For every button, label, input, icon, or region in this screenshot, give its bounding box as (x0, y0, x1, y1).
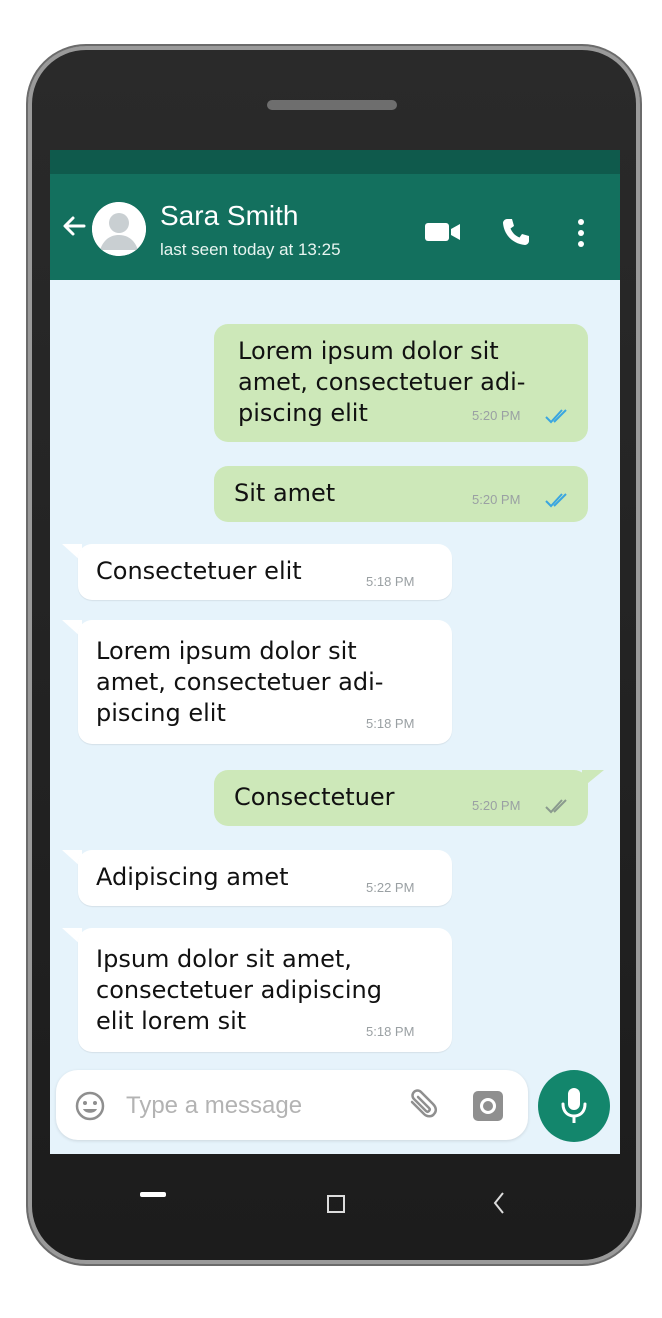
message-outgoing[interactable]: Lorem ipsum dolor sit amet, consectetuer… (214, 324, 588, 442)
message-incoming[interactable]: Ipsum dolor sit amet, consectetuer adipi… (78, 928, 452, 1052)
attach-icon[interactable] (404, 1088, 440, 1124)
message-time: 5:20 PM (472, 798, 521, 813)
message-outgoing[interactable]: Sit amet 5:20 PM (214, 466, 588, 522)
navigation-bar (50, 1154, 620, 1234)
back-icon[interactable] (492, 1190, 506, 1216)
emoji-icon[interactable] (74, 1090, 106, 1122)
message-input[interactable]: Type a message (126, 1092, 302, 1120)
message-time: 5:18 PM (366, 574, 415, 589)
chat-header: Sara Smith last seen today at 13:25 (50, 174, 620, 280)
message-text: Consectetuer elit (96, 557, 302, 585)
avatar[interactable] (92, 202, 146, 256)
message-time: 5:20 PM (472, 492, 521, 507)
status-bar (50, 150, 620, 174)
message-time: 5:18 PM (366, 716, 415, 731)
message-text: Lorem ipsum dolor sit amet, consectetuer… (96, 637, 384, 727)
phone-call-icon[interactable] (500, 216, 532, 248)
message-time: 5:20 PM (472, 408, 521, 423)
message-incoming[interactable]: Lorem ipsum dolor sit amet, consectetuer… (78, 620, 452, 744)
message-time: 5:18 PM (366, 1024, 415, 1039)
video-call-icon[interactable] (424, 220, 462, 244)
double-check-icon (545, 409, 567, 424)
back-arrow-icon[interactable] (58, 210, 90, 242)
phone-speaker (267, 100, 397, 110)
message-text: Adipiscing amet (96, 863, 289, 891)
message-text: Consectetuer (234, 783, 395, 811)
double-check-icon (545, 799, 567, 814)
contact-name[interactable]: Sara Smith (160, 200, 299, 232)
chat-screen: Sara Smith last seen today at 13:25 Lore… (50, 150, 620, 1154)
message-incoming[interactable]: Consectetuer elit 5:18 PM (78, 544, 452, 600)
avatar-person-icon (92, 202, 146, 256)
more-options-icon[interactable] (576, 218, 586, 248)
message-time: 5:22 PM (366, 880, 415, 895)
camera-icon[interactable] (470, 1088, 506, 1124)
recent-apps-icon[interactable] (140, 1192, 166, 1198)
home-icon[interactable] (326, 1194, 346, 1214)
message-composer[interactable]: Type a message (56, 1070, 528, 1140)
message-outgoing[interactable]: Consectetuer 5:20 PM (214, 770, 588, 826)
message-incoming[interactable]: Adipiscing amet 5:22 PM (78, 850, 452, 906)
microphone-icon (561, 1088, 587, 1123)
message-text: Sit amet (234, 479, 336, 507)
double-check-icon (545, 493, 567, 508)
contact-status: last seen today at 13:25 (160, 240, 341, 259)
microphone-button[interactable] (538, 1070, 610, 1142)
message-text: Ipsum dolor sit amet, consectetuer adipi… (96, 945, 382, 1035)
